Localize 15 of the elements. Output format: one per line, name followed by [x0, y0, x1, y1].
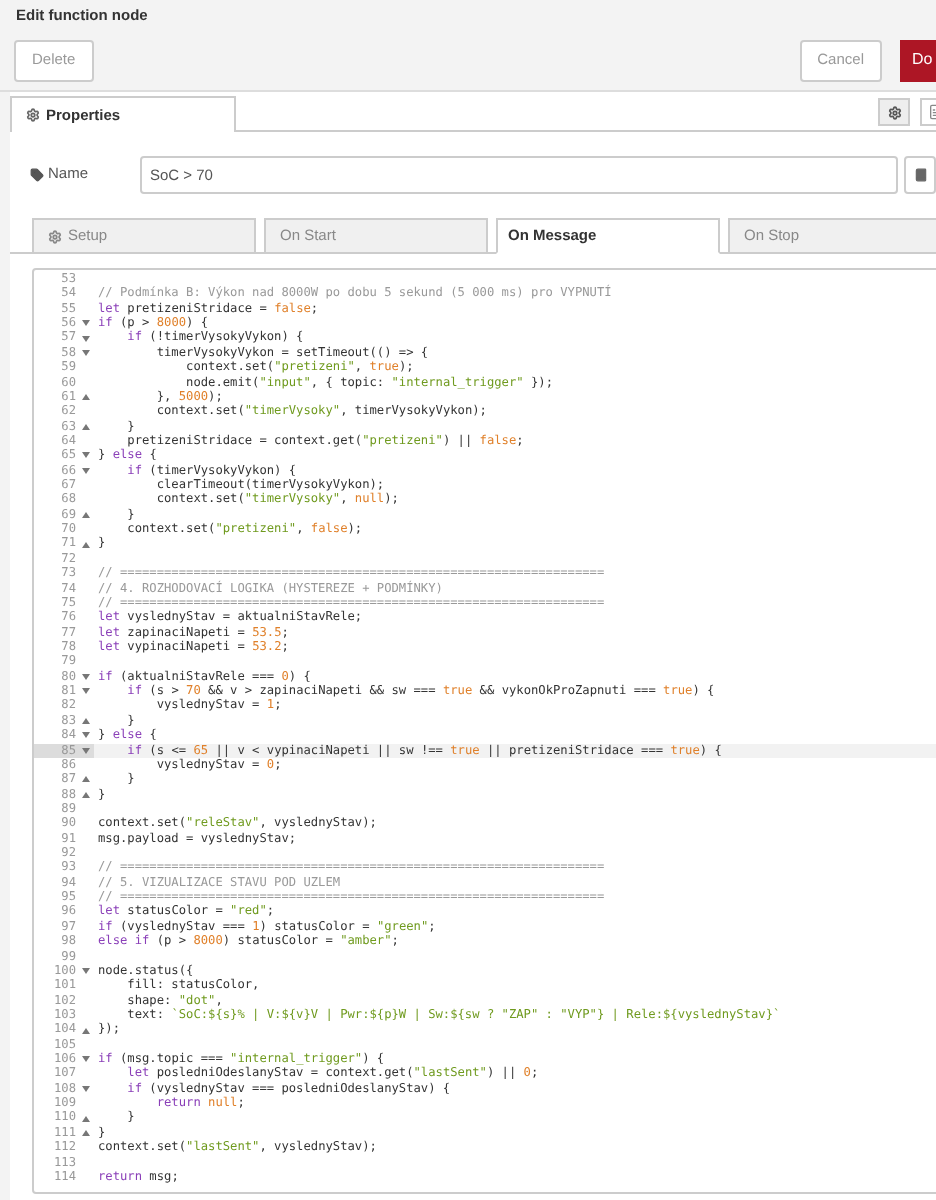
- icon-button[interactable]: [904, 155, 936, 193]
- fold-arrow-icon[interactable]: [81, 1056, 89, 1063]
- done-button[interactable]: Do: [900, 39, 936, 81]
- fold-arrow-icon[interactable]: [81, 1085, 89, 1092]
- settings-button[interactable]: [878, 98, 910, 126]
- code-editor[interactable]: [32, 268, 936, 1194]
- fold-arrow-icon[interactable]: [81, 511, 89, 518]
- fold-arrow-icon[interactable]: [81, 541, 89, 548]
- fold-arrow-icon[interactable]: [81, 394, 89, 401]
- settings-icon: [887, 105, 901, 119]
- gear-icon: [26, 108, 40, 122]
- tag-icon: [30, 167, 44, 181]
- fold-arrow-icon[interactable]: [81, 423, 89, 430]
- fold-arrow-icon[interactable]: [81, 968, 89, 975]
- fold-arrow-icon[interactable]: [81, 1027, 89, 1033]
